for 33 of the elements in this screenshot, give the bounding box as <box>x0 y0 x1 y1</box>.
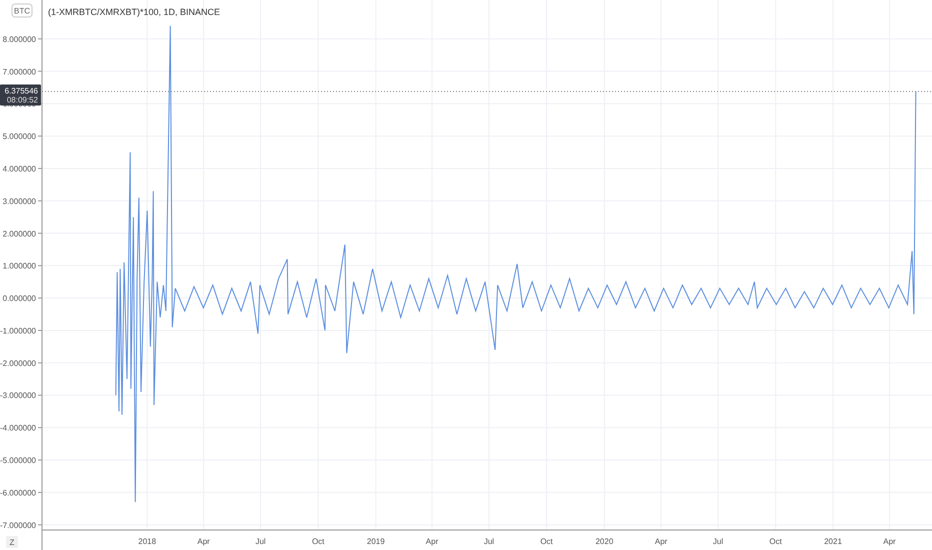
y-axis-label: 5.000000 <box>2 132 36 142</box>
x-axis-label: Oct <box>312 537 324 546</box>
y-axis-label: -3.000000 <box>0 391 36 400</box>
x-axis-label: 2019 <box>366 537 385 546</box>
y-axis-label: 7.000000 <box>2 67 36 76</box>
scale-button[interactable]: Z <box>6 536 18 548</box>
x-axis-label: Jul <box>484 537 494 546</box>
y-axis-label: -2.000000 <box>0 358 36 368</box>
y-axis-label: -5.000000 <box>0 456 36 466</box>
x-axis-label: Apr <box>426 537 438 546</box>
chart-legend: (1-XMRBTC/XMRXBT)*100, 1D, BINANCE <box>48 7 220 17</box>
y-axis-label: 1.000000 <box>2 262 36 271</box>
y-axis-label: 0.000000 <box>2 294 36 304</box>
x-axis-label: Apr <box>654 537 668 546</box>
symbol-badge: BTC <box>12 4 32 18</box>
y-axis-label: 8.000000 <box>2 34 36 44</box>
x-axis-label: Oct <box>540 537 553 546</box>
y-axis-label: -4.000000 <box>0 424 36 433</box>
y-axis-label: 4.000000 <box>2 164 36 174</box>
y-axis-label: -1.000000 <box>0 326 36 336</box>
x-axis-label: 2020 <box>596 537 614 546</box>
price-label: 6.375546 08:09:52 <box>0 84 41 106</box>
x-axis-label: 2021 <box>824 537 842 546</box>
x-axis-label: Oct <box>769 537 782 546</box>
x-axis-label: 2018 <box>138 537 156 546</box>
x-axis-label: Jul <box>255 537 266 546</box>
y-axis-label: 2.000000 <box>2 229 36 238</box>
x-axis-label: Apr <box>197 537 210 546</box>
y-axis-label: -6.000000 <box>0 488 36 498</box>
x-axis-label: Jul <box>712 537 724 546</box>
x-axis-label: Apr <box>883 537 896 546</box>
y-axis-label: -7.000000 <box>0 520 36 530</box>
y-axis-label: 3.000000 <box>2 196 36 206</box>
